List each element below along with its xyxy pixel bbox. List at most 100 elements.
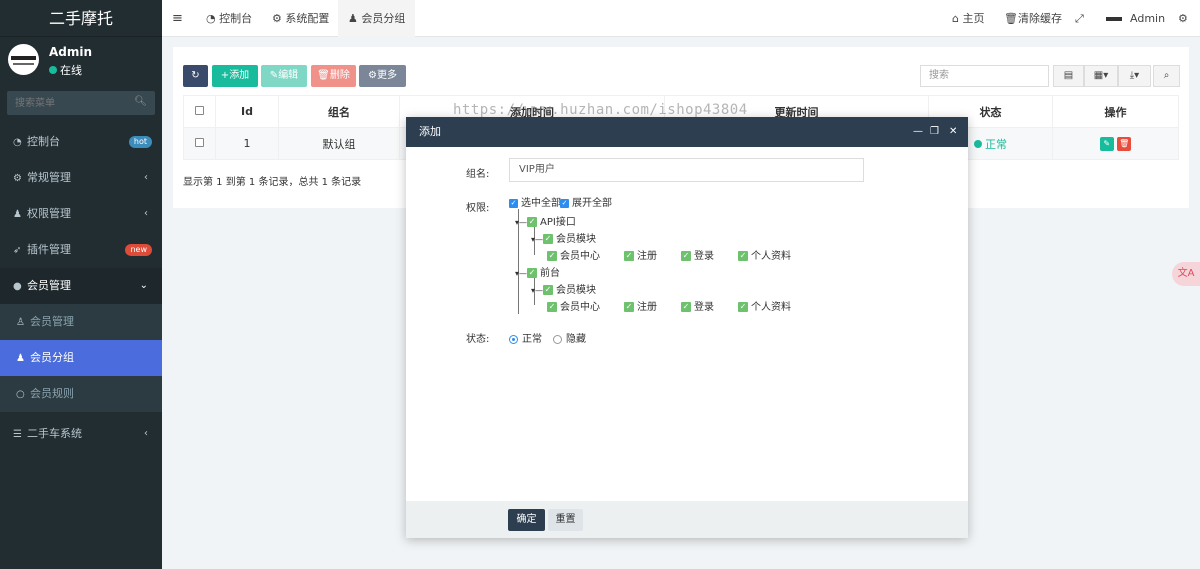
dashboard-icon: ◔	[206, 12, 220, 25]
tree-node-api[interactable]: ▾— ✓ API接口	[515, 213, 576, 228]
row-checkbox[interactable]	[183, 127, 216, 160]
trash-icon: 🗑︎	[317, 70, 330, 81]
dialog-header: 添加 — ❐ ✕	[406, 117, 968, 147]
reset-button[interactable]: 重置	[548, 509, 583, 531]
col-header-id[interactable]: Id	[215, 95, 279, 128]
tree-leaf[interactable]: ✓ 注册	[624, 247, 657, 262]
translate-icon[interactable]: 文A	[1172, 262, 1200, 286]
maximize-icon[interactable]: ❐	[930, 117, 939, 147]
tree-leaf[interactable]: ✓ 个人资料	[738, 247, 791, 262]
chevron-left-icon: ‹	[144, 172, 148, 183]
edit-button[interactable]: ✎编辑	[261, 65, 307, 87]
sidebar-item-member-management[interactable]: ● 会员管理 ⌄	[0, 268, 162, 304]
col-header-actions: 操作	[1052, 95, 1179, 128]
sidebar-item-member-group[interactable]: ♟ 会员分组	[0, 340, 162, 376]
fullscreen-icon[interactable]: ⤢	[1075, 0, 1084, 37]
sidebar-item-auth[interactable]: ♟ 权限管理 ‹	[0, 196, 162, 232]
nav-clear-cache[interactable]: 🗑︎清除缓存	[1004, 0, 1062, 37]
select-all-checkbox[interactable]: ✓ 选中全部	[509, 194, 561, 209]
expand-all-checkbox[interactable]: ✓ 展开全部	[560, 194, 612, 209]
nav-home[interactable]: ⌂ 主页	[952, 0, 984, 37]
status-dot-icon	[974, 139, 982, 148]
brand-title[interactable]: 二手摩托	[0, 0, 162, 37]
toggle-view-icon[interactable]: ▤	[1053, 65, 1084, 87]
tree-leaf[interactable]: ✓ 会员中心	[547, 247, 600, 262]
tree-node-api-member[interactable]: ▾— ✓ 会员模块	[531, 230, 596, 245]
settings-gear-icon[interactable]: ⚙	[1178, 0, 1188, 37]
home-icon: ⌂	[952, 12, 963, 25]
tree-leaf[interactable]: ✓ 登录	[681, 298, 714, 313]
col-header-name[interactable]: 组名	[278, 95, 400, 128]
row-delete-button[interactable]: 🗑︎	[1117, 136, 1132, 151]
status-hidden-radio[interactable]: 隐藏	[553, 330, 586, 345]
permission-label: 权限:	[466, 203, 490, 214]
tree-leaf[interactable]: ✓ 会员中心	[547, 298, 600, 313]
chevron-left-icon: ‹	[144, 428, 148, 439]
sidebar-item-dashboard[interactable]: ◔ 控制台 hot	[0, 124, 162, 160]
tree-toggle-icon[interactable]: ▾—	[515, 269, 527, 278]
select-all-checkbox[interactable]	[183, 95, 216, 128]
dialog-footer: 确定 重置	[406, 501, 968, 538]
pencil-icon: ✎	[269, 70, 279, 81]
dialog-title: 添加	[419, 125, 441, 138]
new-badge: new	[125, 244, 152, 256]
list-icon: ☰	[13, 429, 22, 440]
menu-toggle-icon[interactable]: ≡	[172, 0, 183, 37]
user-name: Admin	[49, 45, 93, 59]
gear-icon: ⚙	[272, 12, 286, 25]
nav-admin[interactable]: Admin	[1106, 0, 1165, 37]
tree-node-frontend[interactable]: ▾— ✓ 前台	[515, 264, 560, 279]
tab-dashboard[interactable]: ◔ 控制台	[196, 0, 262, 37]
menu-search[interactable]: 🔍︎	[7, 91, 155, 115]
users-icon: ♟	[348, 12, 362, 25]
group-name-input[interactable]: VIP用户	[509, 158, 864, 182]
row-edit-button[interactable]: ✎	[1099, 136, 1114, 151]
chevron-down-icon: ⌄	[139, 280, 148, 291]
sidebar-item-addons[interactable]: ➶ 插件管理 new	[0, 232, 162, 268]
delete-button[interactable]: 🗑︎删除	[311, 65, 356, 87]
user-panel: Admin 在线	[0, 37, 162, 84]
avatar	[8, 44, 39, 75]
tab-member-group[interactable]: ♟ 会员分组	[338, 0, 416, 37]
confirm-button[interactable]: 确定	[508, 509, 545, 531]
close-icon[interactable]: ✕	[949, 117, 957, 147]
cell-name: 默认组	[278, 127, 400, 160]
search-icon[interactable]: 🔍︎	[134, 96, 147, 107]
pagination-summary: 显示第 1 到第 1 条记录，总共 1 条记录	[183, 177, 362, 188]
admin-avatar-icon	[1106, 17, 1122, 21]
tree-node-frontend-member[interactable]: ▾— ✓ 会员模块	[531, 281, 596, 296]
refresh-icon: ↻	[191, 70, 200, 81]
tab-system-config[interactable]: ⚙ 系统配置	[262, 0, 339, 37]
status-normal-radio[interactable]: 正常	[509, 330, 542, 345]
cell-actions: ✎ 🗑︎	[1052, 127, 1179, 160]
tree-leaf[interactable]: ✓ 登录	[681, 247, 714, 262]
tree-leaf[interactable]: ✓ 个人资料	[738, 298, 791, 313]
add-button[interactable]: +添加	[212, 65, 258, 87]
hot-badge: hot	[128, 136, 152, 148]
sidebar-item-general[interactable]: ⚙ 常规管理 ‹	[0, 160, 162, 196]
sidebar: 二手摩托 Admin 在线 🔍︎ ◔控制台hot ⚙常规管理‹ ♟权限管理‹ ➶…	[0, 0, 162, 569]
export-icon[interactable]: ⤓▾	[1118, 65, 1151, 87]
tree-toggle-icon[interactable]: ▾—	[531, 286, 543, 295]
tree-leaf[interactable]: ✓ 注册	[624, 298, 657, 313]
rocket-icon: ➶	[13, 245, 22, 256]
menu-search-input[interactable]	[7, 91, 127, 115]
group-icon: ♟	[13, 209, 22, 220]
plus-icon: +	[220, 70, 230, 81]
status-label: 状态:	[466, 334, 490, 345]
tree-toggle-icon[interactable]: ▾—	[531, 235, 543, 244]
search-icon[interactable]: ⌕	[1153, 65, 1180, 87]
chevron-left-icon: ‹	[144, 208, 148, 219]
sidebar-item-member-list[interactable]: ♙ 会员管理	[0, 304, 162, 340]
sidebar-item-used-car[interactable]: ☰ 二手车系统 ‹	[0, 416, 162, 452]
tree-toggle-icon[interactable]: ▾—	[515, 218, 527, 227]
refresh-button[interactable]: ↻	[183, 65, 208, 87]
minimize-icon[interactable]: —	[913, 117, 923, 147]
sidebar-item-member-rule[interactable]: ○ 会员规则	[0, 376, 162, 412]
columns-icon[interactable]: ▦▾	[1084, 65, 1118, 87]
top-navbar: ≡ ◔ 控制台 ⚙ 系统配置 ♟ 会员分组 ⌂ 主页 🗑︎清除缓存 ⤢ Admi…	[162, 0, 1200, 37]
trash-icon: 🗑︎	[1004, 12, 1018, 25]
watermark: https://www.huzhan.com/ishop43804	[453, 102, 748, 118]
more-button[interactable]: ⚙更多	[359, 65, 406, 87]
table-search-input[interactable]: 搜索	[920, 65, 1049, 87]
